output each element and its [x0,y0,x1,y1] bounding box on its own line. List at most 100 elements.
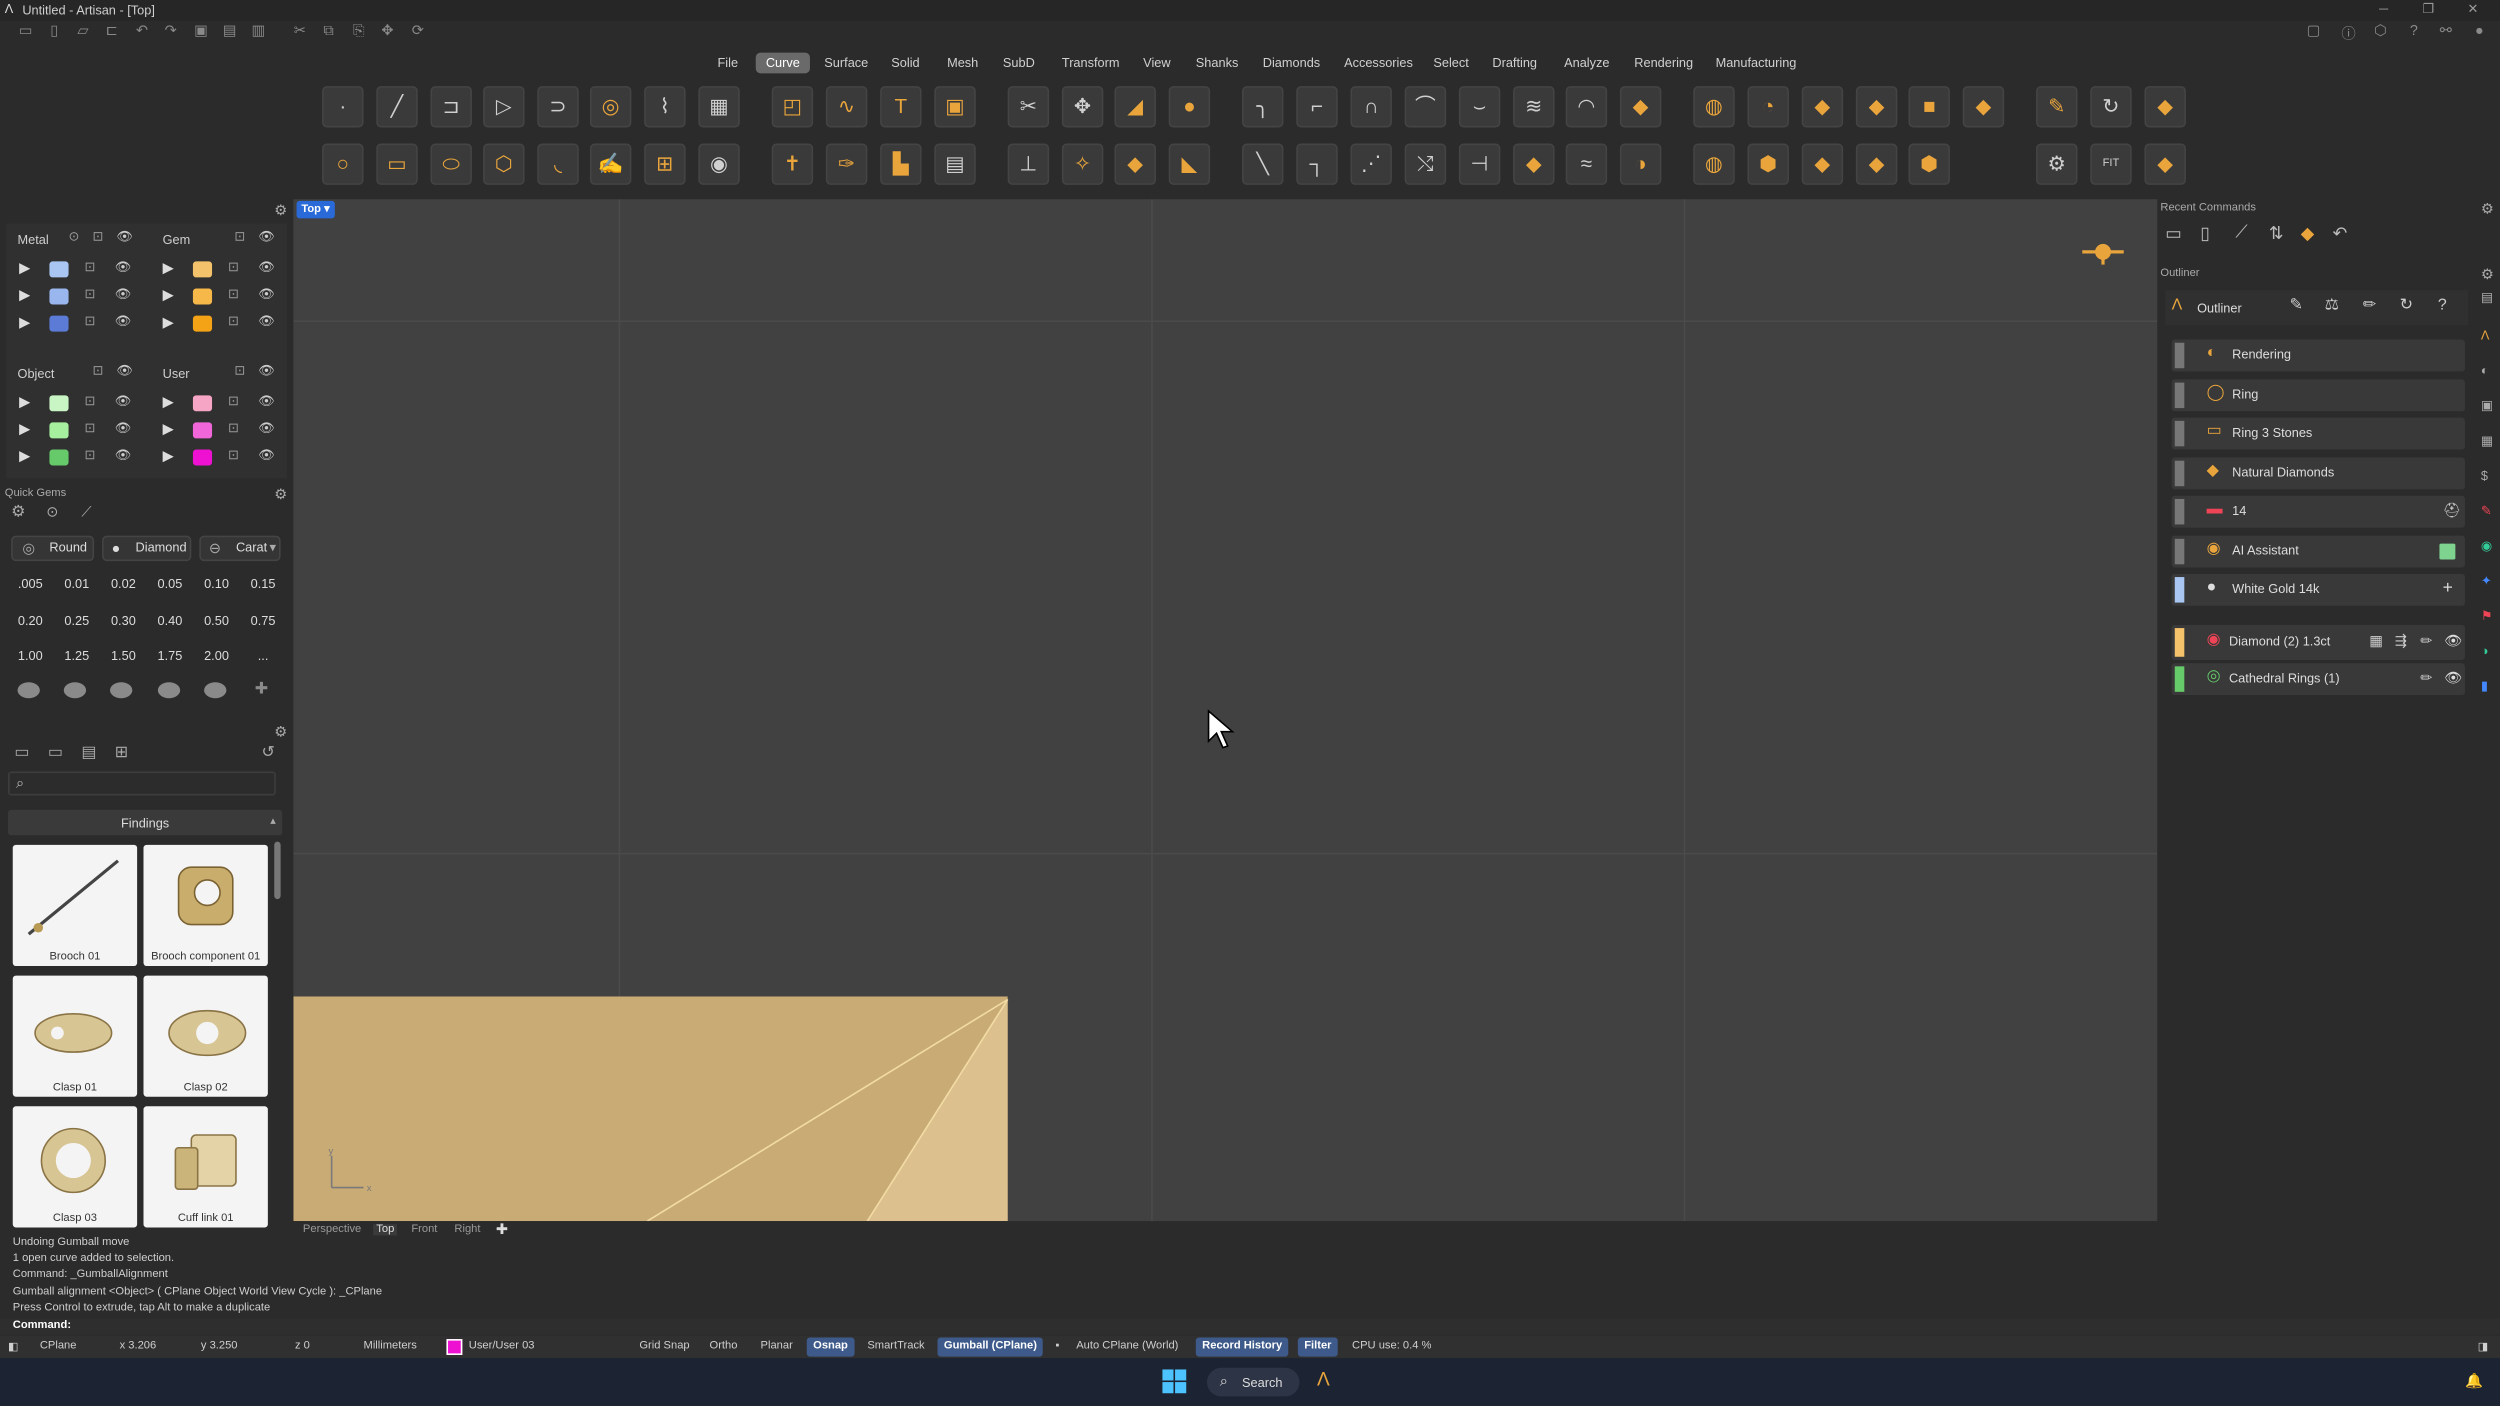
gem-size-button[interactable]: 1.75 [149,644,190,670]
object-select-icon[interactable]: ⇶ [2395,633,2407,651]
render-icon[interactable]: ◆ [2144,143,2186,185]
pin-icon[interactable]: ✎ [2290,297,2303,315]
close-icon[interactable]: ✕ [2462,2,2484,16]
cut-icon[interactable]: ✂ [289,22,311,44]
image-frame-icon[interactable]: ▣ [934,86,976,128]
offset-icon[interactable]: ⌒ [1404,86,1447,128]
gem-material-selector[interactable]: ● Diamond [102,535,192,562]
box-icon[interactable]: ■ [1908,86,1950,128]
transform-icon[interactable]: ⟳ [407,22,429,44]
menu-file[interactable]: File [711,53,744,74]
menu-manufacturing[interactable]: Manufacturing [1709,53,1803,74]
gem-unit-selector[interactable]: ⊖ Carat ▾ [199,535,281,562]
layer-row-user-2[interactable]: ▶ ⊡ 👁 [163,421,284,441]
layer-eye-icon[interactable]: 👁 [258,421,274,435]
gem-size-button[interactable]: .005 [10,572,51,598]
library-item-clasp-02[interactable]: Clasp 02 [143,975,268,1097]
tab-top[interactable]: Top [373,1224,398,1236]
gem-size-button[interactable]: 0.01 [56,572,97,598]
layer-expand-icon[interactable]: ▶ [163,394,174,412]
library-scrollbar[interactable] [274,841,281,900]
freeform-icon[interactable]: ∿ [825,86,868,128]
solid-icon[interactable]: ⬢ [1747,143,1789,185]
recent-cmd-paste-icon[interactable]: ▯ [2200,223,2210,244]
outliner-settings-icon[interactable]: ⚙ [2481,266,2494,284]
outliner-item-rendering[interactable]: ◐ Rendering [2171,339,2465,372]
explode-icon[interactable]: ✧ [1061,143,1104,185]
layer-color-swatch[interactable] [192,315,213,332]
recent-settings-icon[interactable]: ⚙ [2481,201,2494,219]
edit-icon[interactable]: ✏ [2363,297,2376,315]
help-icon[interactable]: ? [2403,22,2425,44]
sphere-icon[interactable]: ◉ [698,143,740,185]
object-eye-icon[interactable]: 👁 [2444,670,2462,688]
help-icon[interactable]: ? [2438,297,2447,315]
viewport-label[interactable]: Top ▾ [296,200,335,219]
patch-icon[interactable]: ◆ [1962,86,2005,128]
recent-cmd-print-icon[interactable]: ▭ [2165,223,2182,244]
ortho-toggle[interactable]: Ortho [710,1341,738,1352]
trim-icon[interactable]: ✂ [1007,86,1050,128]
library-settings-icon[interactable]: ⚙ [274,724,287,742]
gem-cut-settings-icon[interactable]: ✚ [250,681,272,698]
object-edit-icon[interactable]: ✏ [2420,670,2432,688]
gem-cut-round-icon[interactable] [17,682,40,699]
taskbar-search[interactable]: ⌕ Search [1206,1367,1300,1397]
zoom-fit-icon[interactable]: FIT [2090,143,2132,185]
array-curve-icon[interactable]: ≋ [1513,86,1555,128]
layer-row-object-3[interactable]: ▶ ⊡ 👁 [19,448,140,469]
status-units[interactable]: Millimeters [364,1341,417,1352]
layer-lock-icon[interactable]: ⊡ [85,394,96,408]
metal-group-lock-icon[interactable]: ⊙ [69,230,80,244]
shell-icon[interactable]: ◆ [1855,143,1898,185]
menu-curve[interactable]: Curve [755,52,810,74]
library-item-clasp-03[interactable]: Clasp 03 [12,1106,138,1228]
layer-eye-icon[interactable]: 👁 [258,448,274,462]
viewport-toggle-icon[interactable]: ◧ [8,1341,19,1353]
arc-icon[interactable]: ◠ [1565,86,1608,128]
side-flag-icon[interactable]: ⚑ [2481,609,2492,623]
account-icon[interactable]: ● [2468,22,2490,44]
user-group-eye-icon[interactable]: 👁 [258,363,274,377]
menu-drafting[interactable]: Drafting [1486,53,1543,74]
save-icon[interactable]: ▣ [190,22,212,44]
library-item-cuff-link-01[interactable]: Cuff link 01 [143,1106,268,1228]
layer-color-swatch[interactable] [49,395,69,412]
gem-pick-icon[interactable]: ⊙ [46,504,58,522]
open-file-icon[interactable]: ▱ [72,22,94,44]
library-item-brooch-component-01[interactable]: Brooch component 01 [143,844,268,967]
chamfer-icon[interactable]: ⌐ [1296,86,1338,128]
layer-group-object[interactable]: Object [18,367,55,381]
gem-size-button[interactable]: 0.25 [56,608,97,634]
blend-icon[interactable]: ● [1168,86,1211,128]
sketch-icon[interactable]: ✍ [589,143,632,185]
cross-icon[interactable]: ✝ [771,143,814,185]
library-add-folder-icon[interactable]: ▭ [48,744,63,762]
side-layers-icon[interactable]: ▤ [2481,290,2493,304]
layer-row-metal-2[interactable]: ▶ ⊡ 👁 [19,287,140,308]
pipe-icon[interactable]: ◣ [1168,143,1211,185]
layer-eye-icon[interactable]: 👁 [115,260,131,274]
outliner-object-cathedral-rings[interactable]: ◎ Cathedral Rings (1) ✏ 👁 [2171,663,2465,696]
layer-row-object-2[interactable]: ▶ ⊡ 👁 [19,421,140,441]
layer-expand-icon[interactable]: ▶ [163,260,174,278]
hat-icon[interactable]: ⛑ [2443,502,2461,520]
circle-icon[interactable]: ○ [322,143,364,185]
spiral-icon[interactable]: ◎ [589,86,632,128]
gem-cut-cushion-icon[interactable] [110,682,133,699]
frame-icon[interactable]: ▤ [934,143,976,185]
menu-solid[interactable]: Solid [885,53,926,74]
layer-eye-icon[interactable]: 👁 [258,260,274,274]
outliner-item-ai-assistant[interactable]: ◉ AI Assistant [2171,534,2465,567]
angle-icon[interactable]: ┐ [1296,143,1338,185]
menu-view[interactable]: View [1137,53,1177,74]
command-prompt-bar[interactable]: Command: [0,1318,2500,1335]
layer-lock-icon[interactable]: ⊡ [85,448,96,462]
menu-shanks[interactable]: Shanks [1189,53,1244,74]
menu-surface[interactable]: Surface [818,53,875,74]
library-item-brooch-01[interactable]: Brooch 01 [12,844,138,967]
gumball-widget-icon[interactable] [2079,238,2127,267]
wedge-icon[interactable]: ◆ [1801,143,1844,185]
tab-perspective[interactable]: Perspective [303,1224,361,1235]
side-list-icon[interactable]: ▮ [2481,679,2488,693]
